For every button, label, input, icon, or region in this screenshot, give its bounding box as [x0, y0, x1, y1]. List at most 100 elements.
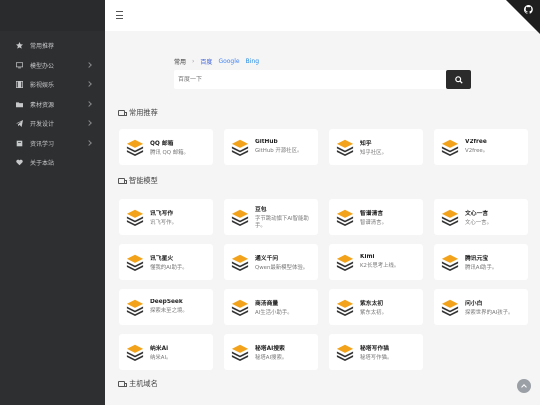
sidebar-item-1[interactable]: 模型办公	[0, 56, 105, 76]
card-description: 讯飞写作。	[150, 219, 177, 226]
search-tab[interactable]: 百度	[200, 57, 212, 66]
tag-icon	[118, 110, 127, 116]
search-input-wrap	[174, 70, 471, 89]
site-card[interactable]: 文心一言 文心一言。	[434, 199, 528, 235]
site-card[interactable]: 问小白探索世界的AI孩子。	[434, 289, 528, 325]
layers-icon	[441, 209, 459, 226]
site-card[interactable]: V2free V2free。	[434, 129, 528, 165]
card-description: 探索未至之境。	[150, 308, 188, 314]
layers-icon	[231, 209, 249, 226]
site-card[interactable]: 知乎 知乎社区。	[329, 129, 423, 165]
card-title: 讯飞写作	[150, 210, 174, 217]
card-title: 文心一言	[465, 210, 489, 217]
site-card[interactable]: 秘塔AI搜索 秘塔AI搜索。	[224, 334, 318, 370]
layers-icon	[441, 254, 459, 271]
layers-icon	[336, 139, 354, 156]
card-description: 文心一言。	[465, 219, 492, 226]
layers-icon	[231, 299, 249, 316]
menu-toggle-icon[interactable]	[116, 11, 123, 19]
layers-icon	[231, 344, 249, 361]
card-description: 知乎社区。	[360, 149, 387, 156]
sidebar-item-label: 常用推荐	[30, 43, 55, 51]
search-tab[interactable]: 常用	[174, 57, 186, 66]
card-description: 紫东太初。	[360, 309, 387, 316]
search-input[interactable]	[174, 76, 424, 83]
heart-icon	[15, 158, 24, 167]
chevron-right-icon	[86, 81, 92, 87]
section-title-text: 主机域名	[129, 379, 158, 388]
card-title: 讯飞星火	[150, 255, 174, 262]
card-title: 纳米Ai	[150, 345, 169, 352]
card-title: QQ 邮箱	[150, 140, 174, 147]
card-description: AI生活小助手。	[255, 309, 293, 316]
card-title: 问小白	[465, 300, 483, 307]
search-tab[interactable]: Google	[218, 58, 239, 65]
section-title-text: 常用推荐	[129, 108, 158, 117]
card-title: 秘塔AI搜索	[255, 345, 285, 352]
search-engine-tabs: 常用 › 百度 Google Bing	[174, 55, 471, 67]
logo-area	[0, 0, 105, 31]
github-corner-icon[interactable]	[523, 5, 533, 16]
card-title: 豆包	[255, 207, 267, 213]
sidebar-item-0[interactable]: 常用推荐	[0, 36, 105, 56]
layers-icon	[336, 344, 354, 361]
layers-icon	[126, 209, 144, 226]
search-tab[interactable]: Bing	[246, 58, 259, 65]
sidebar-item-2[interactable]: 影视娱乐	[0, 75, 105, 95]
chevron-right-icon	[86, 139, 92, 146]
layers-icon	[336, 209, 354, 226]
card-description: 秘塔AI搜索。	[255, 354, 288, 361]
sidebar-item-6[interactable]: 关于本站	[0, 153, 105, 173]
monitor-icon	[15, 61, 24, 70]
tag-icon	[118, 381, 127, 387]
card-title: DeepSeek	[150, 299, 183, 305]
card-description: 懂我的AI助手。	[150, 264, 188, 271]
site-card[interactable]: 紫东太初 紫东太初。	[329, 289, 423, 325]
paper-plane-icon	[15, 119, 24, 128]
card-description: K2长思考上线。	[360, 263, 400, 269]
card-title: 紫东太初	[360, 300, 384, 307]
site-card[interactable]: GitHub GitHub 开源社区。	[224, 129, 318, 165]
site-card[interactable]: 腾讯元宝 腾讯AI助手。	[434, 244, 528, 280]
card-description: V2free。	[465, 148, 489, 154]
sidebar: 常用推荐模型办公影视娱乐素材资源 开发设计 资讯学习 关于本站	[0, 0, 105, 405]
site-card[interactable]: 纳米Ai 纳米AI。	[119, 334, 213, 370]
sidebar-item-4[interactable]: 开发设计	[0, 114, 105, 134]
chevron-right-icon	[86, 61, 92, 68]
chevron-right-icon	[86, 120, 92, 126]
site-card[interactable]: Kimi K2长思考上线。	[329, 244, 423, 280]
layers-icon	[441, 299, 459, 316]
card-title: GitHub	[255, 139, 278, 145]
card-description: 秘塔写作猫。	[360, 354, 393, 361]
card-title: Kimi	[360, 254, 375, 260]
sidebar-item-5[interactable]: 资讯学习	[0, 134, 105, 154]
sidebar-item-3[interactable]: 素材资源	[0, 95, 105, 115]
site-card[interactable]: DeepSeek 探索未至之境。	[119, 289, 213, 325]
site-card[interactable]: 通义千问 Qwen最新模型体验。	[224, 244, 318, 280]
sidebar-nav: 常用推荐模型办公影视娱乐素材资源 开发设计 资讯学习 关于本站	[0, 31, 105, 173]
github-corner[interactable]	[506, 0, 540, 34]
site-card[interactable]: QQ 邮箱 腾讯 QQ 邮箱。	[119, 129, 213, 165]
sidebar-item-label: 影视娱乐	[30, 82, 55, 90]
layers-icon	[441, 139, 459, 156]
card-title: 腾讯元宝	[465, 255, 489, 262]
layers-icon	[126, 299, 144, 316]
card-title: 秘塔写作猫	[360, 345, 389, 352]
card-grid: QQ 邮箱 腾讯 QQ 邮箱。 GitHub GitHub 开源社区。 知乎 知乎社区。 V…	[119, 129, 528, 165]
back-to-top-button[interactable]	[517, 379, 531, 393]
card-grid: 讯飞写作 讯飞写作。 豆包 字节跳动旗下AI智能助手。 智谱清言 智谱清言。 文心一言 文心一…	[119, 199, 528, 370]
star-icon	[15, 41, 24, 50]
site-card[interactable]: 讯飞星火懂我的AI助手。	[119, 244, 213, 280]
card-description: Qwen最新模型体验。	[255, 264, 309, 271]
layers-icon	[126, 344, 144, 361]
card-title: 通义千问	[255, 255, 279, 262]
card-title: 智谱清言	[360, 210, 384, 217]
card-description: 探索世界的AI孩子。	[465, 309, 514, 316]
site-card[interactable]: 智谱清言 智谱清言。	[329, 199, 423, 235]
site-card[interactable]: 讯飞写作 讯飞写作。	[119, 199, 213, 235]
site-card[interactable]: 商汤商量 AI生活小助手。	[224, 289, 318, 325]
layers-icon	[231, 254, 249, 271]
search-button[interactable]	[446, 70, 471, 89]
site-card[interactable]: 豆包 字节跳动旗下AI智能助手。	[224, 199, 318, 235]
site-card[interactable]: 秘塔写作猫秘塔写作猫。	[329, 334, 423, 370]
